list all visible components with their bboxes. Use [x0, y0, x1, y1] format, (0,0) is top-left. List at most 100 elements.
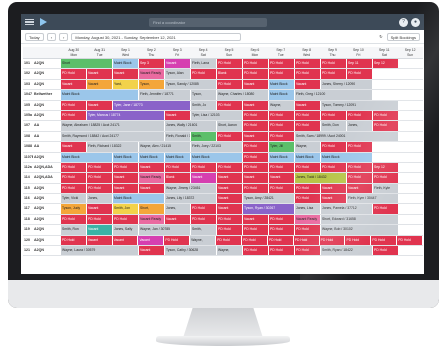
booking-cell[interactable]: Smith, Sam / 18999 / Acct 24001	[295, 131, 399, 142]
booking-cell[interactable]: Jones, Sherry / 12090	[321, 79, 373, 90]
booking-cell[interactable]: Vacant	[112, 235, 139, 246]
booking-cell[interactable]: Vacant	[243, 79, 269, 90]
booking-cell[interactable]: Fleth, Kym / 30447	[347, 194, 399, 204]
booking-cell[interactable]: PD Hold	[243, 183, 269, 194]
room-number[interactable]: 1088	[23, 142, 33, 151]
booking-cell[interactable]: PD Hold	[243, 59, 269, 69]
booking-cell[interactable]: PD Hold	[345, 235, 372, 246]
date-header[interactable]: Sep 6 Mon	[242, 47, 268, 58]
logo-icon[interactable]	[40, 18, 47, 26]
booking-cell[interactable]: Wayne, Charles / 18080	[217, 90, 269, 100]
booking-cell[interactable]: PD Hold	[295, 162, 321, 173]
booking-cell[interactable]: Vacant	[113, 173, 139, 183]
booking-cell[interactable]: Fleth, Kyle	[373, 183, 399, 194]
booking-cell[interactable]: Fleth, Lana	[191, 59, 217, 69]
booking-cell[interactable]: Maint Block	[61, 90, 139, 100]
booking-cell[interactable]: Vacant Ready	[139, 173, 165, 183]
booking-cell[interactable]: Vacant	[269, 173, 295, 183]
booking-cell[interactable]: Smith,	[191, 225, 217, 235]
date-header[interactable]: Sep 1 Wed	[113, 47, 139, 58]
booking-cell[interactable]: Jones,	[165, 204, 191, 214]
date-header[interactable]: Sep 9 Thu	[320, 47, 346, 58]
booking-cell[interactable]: PD Hold	[269, 110, 295, 121]
menu-icon[interactable]	[25, 18, 34, 26]
booking-cell[interactable]: Vacant Ready	[295, 214, 321, 225]
room-number[interactable]: 1107B	[23, 153, 33, 162]
booking-cell[interactable]: PD Hold	[87, 162, 113, 173]
booking-cell[interactable]: Blank	[165, 173, 191, 183]
booking-cell[interactable]: PD Hold	[164, 235, 191, 246]
room-number[interactable]: 115	[23, 184, 33, 193]
booking-cell[interactable]: PD Hold	[347, 110, 373, 121]
booking-cell[interactable]: Wayne, Abraham / 18825 / Acct 24171	[61, 121, 165, 131]
booking-cell[interactable]: Tyler, Jill	[269, 142, 295, 152]
booking-cell[interactable]: PD Hold	[269, 183, 295, 194]
booking-cell[interactable]: Maint Block	[139, 152, 165, 162]
booking-cell[interactable]: Vacant	[139, 246, 165, 256]
booking-cell[interactable]: PD Hold	[61, 183, 87, 194]
booking-cell[interactable]: Wayne,	[217, 246, 243, 256]
booking-cell[interactable]: Tyson, Cathy / 30628	[165, 246, 217, 256]
booking-cell[interactable]: Vacant	[347, 183, 373, 194]
booking-cell[interactable]: Fleth, Ronald / 18849	[165, 131, 191, 142]
booking-cell[interactable]: Tyler, Vicki	[61, 194, 87, 204]
booking-cell[interactable]: PD Hold	[269, 69, 295, 79]
date-header[interactable]: Sep 3 Fri	[164, 47, 190, 58]
booking-cell[interactable]: Wayne, Bob / 30102	[321, 225, 399, 235]
room-number[interactable]: 119	[23, 225, 33, 234]
room-number[interactable]: 108	[23, 132, 33, 141]
booking-cell[interactable]: PD Hold	[295, 225, 321, 235]
booking-cell[interactable]: Smith, Jo	[191, 100, 217, 110]
booking-cell[interactable]: PD Hold	[373, 204, 399, 214]
booking-cell[interactable]: Vacant	[321, 183, 347, 194]
booking-cell[interactable]: Vacant	[243, 214, 269, 225]
booking-cell[interactable]: Vacant Ready	[139, 69, 165, 79]
booking-cell[interactable]: Jones, Wally / 21601	[165, 121, 217, 131]
booking-cell[interactable]: Short, Edward / 31658	[321, 214, 399, 225]
booking-cell[interactable]: Vacant	[217, 204, 243, 214]
booking-cell[interactable]: PD Hold	[216, 235, 242, 246]
booking-cell[interactable]: Jones, Lisa	[295, 204, 321, 214]
booking-cell[interactable]: PD Hold	[217, 100, 243, 110]
booking-cell[interactable]: PD Hold	[241, 235, 268, 246]
booking-cell[interactable]: Tyson, Sandy / 12085	[165, 79, 217, 90]
booking-cell[interactable]: Wayne, Jimmy / 23451	[165, 183, 217, 194]
booking-cell[interactable]: PD Hold	[373, 246, 399, 256]
refresh-icon[interactable]: ↻	[379, 34, 382, 39]
booking-cell[interactable]: Maint Block	[113, 152, 139, 162]
booking-cell[interactable]: PD Hold	[165, 162, 191, 173]
booking-cell[interactable]: PD Hold	[61, 100, 87, 110]
booking-cell[interactable]: Wayne,	[190, 235, 217, 246]
booking-cell[interactable]: PD Hold	[373, 110, 399, 121]
booking-cell[interactable]: Vacant	[139, 183, 165, 194]
booking-cell[interactable]: Smith, Ron	[61, 225, 87, 235]
booking-cell[interactable]: PD Hold	[347, 69, 373, 79]
booking-cell[interactable]: Yard,	[113, 79, 139, 90]
booking-cell[interactable]: Fleth, Joey / 22103	[191, 142, 243, 152]
booking-cell[interactable]: Maint Block	[269, 79, 295, 90]
date-header[interactable]: Sep 2 Thu	[138, 47, 164, 58]
booking-cell[interactable]: Vacant	[321, 194, 347, 204]
booking-cell[interactable]: Jones,	[347, 121, 373, 131]
booking-cell[interactable]: Smith,	[191, 131, 217, 142]
booking-cell[interactable]: Vacant	[295, 100, 321, 110]
booking-cell[interactable]: Short, Aaron	[217, 121, 243, 131]
booking-cell[interactable]: PD Hold	[347, 142, 373, 152]
booking-cell[interactable]: Tyler, Jane / 18773	[113, 100, 191, 110]
booking-cell[interactable]: Vacant Ready	[139, 214, 165, 225]
booking-cell[interactable]: PD Hold	[321, 162, 347, 173]
date-header[interactable]: Aug 30 Mon	[61, 47, 87, 58]
booking-cell[interactable]: Jones, Todd / 18432	[295, 173, 347, 183]
booking-cell[interactable]: Maint Block	[191, 152, 243, 162]
date-range-picker[interactable]: Monday, August 30, 2021 - Sunday, Septem…	[71, 32, 242, 41]
booking-cell[interactable]: PD Hold	[87, 183, 113, 194]
booking-cell[interactable]: PD Hold	[269, 121, 295, 131]
room-number[interactable]: 105	[23, 101, 33, 110]
booking-cell[interactable]: Fleth, Greg / 12100	[295, 90, 373, 100]
booking-cell[interactable]: Vacant	[113, 183, 139, 194]
booking-cell[interactable]: Maint Block	[269, 152, 295, 162]
booking-cell[interactable]: Sep 12	[373, 162, 399, 173]
booking-cell[interactable]: Maint Block	[61, 152, 113, 162]
booking-cell[interactable]: Vacant	[61, 142, 87, 152]
booking-cell[interactable]: Vacant	[138, 235, 165, 246]
